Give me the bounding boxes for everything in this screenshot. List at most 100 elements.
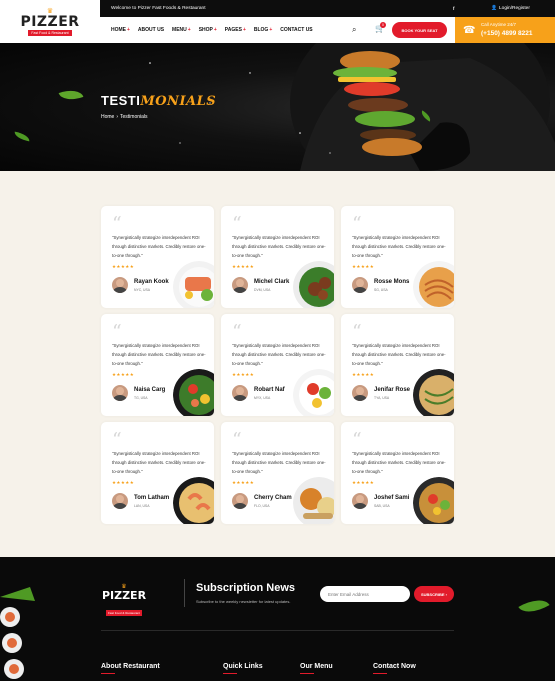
- footer-column-about: About Restaurant: [101, 663, 160, 674]
- avatar: [112, 277, 128, 293]
- page-title-plain: TESTI: [101, 93, 141, 108]
- quote-icon: “: [232, 321, 242, 343]
- login-register-link[interactable]: 👤 Login/Register: [455, 0, 555, 17]
- food-dish-image: [173, 369, 214, 416]
- footer-column-quick-links: Quick Links: [223, 663, 263, 674]
- logo[interactable]: ♛ PIZZER Fast Food & Restaurant: [0, 0, 100, 43]
- search-icon[interactable]: ⌕: [352, 25, 356, 35]
- reviewer-name: Michel Clark: [254, 279, 290, 285]
- nav-label: CONTACT US: [280, 27, 313, 33]
- footer-column-menu: Our Menu: [300, 663, 333, 674]
- reviewer-name: Tom Latham: [134, 495, 170, 501]
- star-rating: ★★★★★: [112, 372, 135, 377]
- page-title-accent: MONIALS: [140, 94, 217, 109]
- footer-column-title: Contact Now: [373, 663, 416, 670]
- testimonial-card: “"Synergistically strategize interdepend…: [221, 422, 334, 524]
- reviewer-name: Jenifar Rose: [374, 387, 411, 393]
- reviewer-name: Joshef Sami: [374, 495, 410, 501]
- nav-label: PAGES: [224, 27, 242, 33]
- logo-tagline: Fast Food & Restaurant: [28, 29, 72, 36]
- reviewer-name: Rayan Kook: [134, 279, 169, 285]
- call-number: (+150) 4899 8221: [481, 30, 533, 37]
- divider: [101, 630, 454, 631]
- reviewer-location: DVM, USA: [254, 288, 271, 292]
- nav-item-about-us[interactable]: ABOUT US: [138, 27, 164, 33]
- testimonial-text: "Synergistically strategize interdepende…: [352, 451, 446, 474]
- call-box[interactable]: ☎ Call Anytime 24/7 (+150) 4899 8221: [455, 17, 555, 43]
- subscribe-button[interactable]: SUBSCRIBE ›: [414, 586, 454, 602]
- plus-icon: +: [242, 27, 246, 33]
- page-title: TESTIMONIALS: [101, 93, 216, 109]
- phone-icon: ☎: [463, 25, 476, 36]
- testimonial-card: “"Synergistically strategize interdepend…: [101, 314, 214, 416]
- logo-text: PIZZER: [20, 13, 80, 30]
- breadcrumb-current: Testimonials: [120, 114, 148, 120]
- leaf-decoration: [518, 592, 550, 620]
- avatar: [112, 493, 128, 509]
- quote-icon: “: [352, 429, 362, 451]
- testimonial-card: “"Synergistically strategize interdepend…: [101, 422, 214, 524]
- avatar: [232, 493, 248, 509]
- food-dish-image: [413, 477, 454, 524]
- login-label: Login/Register: [498, 6, 530, 11]
- reviewer-name: Rosse Mons: [374, 279, 410, 285]
- food-dish-image: [413, 261, 454, 308]
- footer-column-title: Our Menu: [300, 663, 333, 670]
- avatar: [352, 493, 368, 509]
- nav-item-blog[interactable]: BLOG+: [254, 27, 272, 33]
- arrow-right-icon: ›: [445, 591, 448, 597]
- quote-icon: “: [232, 213, 242, 235]
- reviewer-location: LAN, USA: [134, 504, 150, 508]
- subscribe-label: SUBSCRIBE: [420, 591, 445, 597]
- footer-column-title: Quick Links: [223, 663, 263, 670]
- footer-logo[interactable]: ♛ PIZZER Fast Food & Restaurant: [101, 584, 147, 619]
- avatar: [352, 385, 368, 401]
- nav-item-shop[interactable]: SHOP+: [199, 27, 217, 33]
- star-rating: ★★★★★: [112, 264, 135, 269]
- divider: [184, 579, 185, 607]
- breadcrumb-home[interactable]: Home: [101, 114, 114, 120]
- footer: ♛ PIZZER Fast Food & Restaurant Subscrip…: [0, 557, 555, 681]
- avatar: [352, 277, 368, 293]
- chef-burger-image: [149, 43, 555, 171]
- nav-item-menu[interactable]: MENU+: [172, 27, 191, 33]
- footer-column-title: About Restaurant: [101, 663, 160, 670]
- email-input[interactable]: [320, 586, 410, 602]
- testimonial-card: “"Synergistically strategize interdepend…: [341, 206, 454, 308]
- page-banner: TESTIMONIALS Home › Testimonials: [0, 43, 555, 171]
- breadcrumb-separator-icon: ›: [116, 114, 119, 120]
- testimonial-text: "Synergistically strategize interdepende…: [232, 235, 326, 258]
- quote-icon: “: [232, 429, 242, 451]
- reviewer-location: MYX, USA: [254, 396, 271, 400]
- quote-icon: “: [112, 321, 122, 343]
- footer-logo-text: PIZZER: [101, 589, 147, 602]
- testimonial-card: “"Synergistically strategize interdepend…: [101, 206, 214, 308]
- avatar: [232, 385, 248, 401]
- breadcrumb: Home › Testimonials: [101, 114, 148, 120]
- user-icon: 👤: [491, 6, 497, 11]
- nav-item-pages[interactable]: PAGES+: [225, 27, 246, 33]
- star-rating: ★★★★★: [232, 372, 255, 377]
- star-rating: ★★★★★: [352, 264, 375, 269]
- reviewer-location: SAB, USA: [374, 504, 390, 508]
- testimonial-text: "Synergistically strategize interdepende…: [352, 343, 446, 366]
- testimonial-card: “"Synergistically strategize interdepend…: [341, 422, 454, 524]
- food-dish-image: [413, 369, 454, 416]
- nav-item-contact-us[interactable]: CONTACT US: [280, 27, 312, 33]
- footer-logo-tagline: Fast Food & Restaurant: [106, 610, 142, 616]
- cart-icon[interactable]: 🛒 0: [375, 22, 386, 33]
- quote-icon: “: [112, 429, 122, 451]
- reviewer-location: FLO, USA: [254, 504, 270, 508]
- plus-icon: +: [127, 27, 130, 33]
- nav-label: ABOUT US: [137, 27, 165, 33]
- food-dish-image: [173, 261, 214, 308]
- subscription-description: Subscribe to the weekly newsletter for l…: [196, 599, 291, 604]
- testimonial-text: "Synergistically strategize interdepende…: [112, 451, 206, 474]
- book-seat-button[interactable]: BOOK YOUR SEAT: [392, 22, 447, 38]
- plus-icon: +: [269, 27, 273, 33]
- welcome-text: Welcome to Pizzer Fast Foods & Restauran…: [111, 6, 206, 11]
- food-dish-image: [293, 369, 334, 416]
- testimonial-card: “"Synergistically strategize interdepend…: [341, 314, 454, 416]
- nav-item-home[interactable]: HOME+: [111, 27, 130, 33]
- quote-icon: “: [112, 213, 122, 235]
